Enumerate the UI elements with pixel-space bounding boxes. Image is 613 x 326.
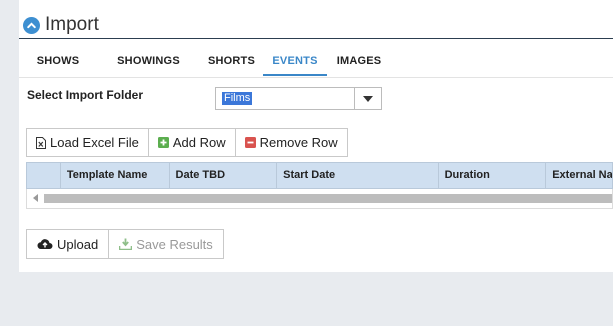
import-tabs: SHOWS SHOWINGS SHORTS EVENTS IMAGES: [19, 47, 613, 78]
column-header[interactable]: Duration: [439, 163, 547, 188]
plus-square-icon: [157, 137, 169, 148]
tab-shorts[interactable]: SHORTS: [200, 47, 263, 76]
column-header[interactable]: Template Name: [61, 163, 170, 188]
scrollbar-thumb[interactable]: [44, 194, 612, 203]
grid-header: Template Name Date TBD Start Date Durati…: [26, 162, 613, 189]
column-header[interactable]: Date TBD: [170, 163, 278, 188]
remove-row-label: Remove Row: [259, 135, 338, 150]
column-header[interactable]: Start Date: [277, 163, 439, 188]
chevron-down-icon[interactable]: [354, 88, 381, 109]
scroll-left-arrow-icon[interactable]: [31, 193, 39, 203]
action-bar: Upload Save Results: [26, 229, 224, 259]
cloud-upload-icon: [37, 238, 53, 250]
title-divider: [19, 38, 613, 39]
upload-button[interactable]: Upload: [26, 229, 110, 259]
grid-select-column[interactable]: [27, 163, 61, 188]
import-panel: Import SHOWS SHOWINGS SHORTS EVENTS IMAG…: [19, 0, 613, 272]
remove-row-button[interactable]: Remove Row: [234, 128, 348, 157]
page-title: Import: [45, 14, 99, 35]
import-folder-value: Films: [222, 92, 253, 105]
tab-showings[interactable]: SHOWINGS: [97, 47, 200, 76]
import-folder-select[interactable]: Films: [215, 87, 382, 110]
excel-file-icon: [36, 136, 46, 149]
column-header[interactable]: External Na: [546, 163, 612, 188]
grid-horizontal-scrollbar[interactable]: [26, 189, 613, 209]
tab-events[interactable]: EVENTS: [263, 47, 327, 76]
load-excel-button[interactable]: Load Excel File: [26, 128, 149, 157]
download-icon: [119, 238, 133, 250]
save-results-button[interactable]: Save Results: [108, 229, 224, 259]
tab-shows[interactable]: SHOWS: [19, 47, 97, 76]
load-excel-label: Load Excel File: [50, 135, 139, 150]
add-row-label: Add Row: [172, 135, 226, 150]
add-row-button[interactable]: Add Row: [147, 128, 236, 157]
save-results-label: Save Results: [136, 236, 213, 252]
page-header: Import: [23, 12, 99, 38]
chevron-up-circle-icon[interactable]: [23, 16, 40, 34]
upload-label: Upload: [57, 236, 99, 252]
tab-images[interactable]: IMAGES: [327, 47, 391, 76]
minus-square-icon: [244, 137, 256, 148]
import-folder-label: Select Import Folder: [27, 88, 144, 102]
grid-toolbar: Load Excel File Add Row Remove Row: [26, 128, 348, 157]
